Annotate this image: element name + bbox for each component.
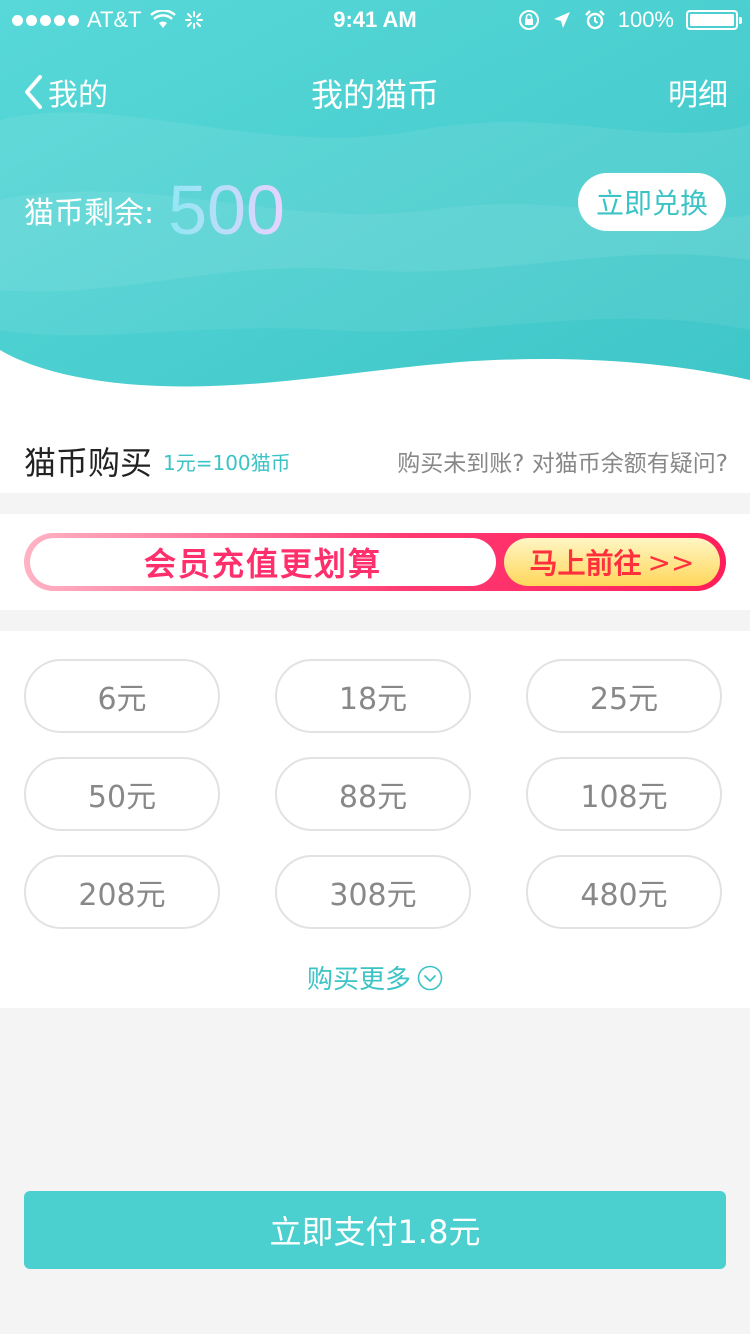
amount-option[interactable]: 208元 [24, 855, 220, 929]
battery-icon [686, 10, 742, 30]
chevron-down-circle-icon [417, 965, 443, 990]
amount-option[interactable]: 6元 [24, 659, 220, 733]
amount-option[interactable]: 18元 [275, 659, 471, 733]
pay-now-button[interactable]: 立即支付1.8元 [24, 1191, 726, 1269]
alarm-icon [584, 10, 605, 30]
promo-go-label: 马上前往 [529, 547, 642, 580]
amount-option[interactable]: 50元 [24, 757, 220, 831]
balance-value: 500 [168, 171, 285, 249]
buy-more-button[interactable]: 购买更多 [0, 959, 750, 996]
amount-option[interactable]: 88元 [275, 757, 471, 831]
amount-option[interactable]: 480元 [526, 855, 722, 929]
location-icon [553, 12, 570, 28]
exchange-rate: 1元=100猫币 [163, 451, 291, 475]
purchase-header: 猫币购买 1元=100猫币 购买未到账? 对猫币余额有疑问? [0, 400, 750, 493]
amount-option[interactable]: 108元 [526, 757, 722, 831]
help-link[interactable]: 购买未到账? 对猫币余额有疑问? [397, 444, 728, 478]
promo-card: 会员充值更划算 马上前往 >> [0, 514, 750, 610]
status-bar: AT&T 9:41 AM 100% [0, 0, 750, 40]
amount-options: 6元 18元 25元 50元 88元 108元 208元 308元 480元 购… [0, 631, 750, 1008]
buy-more-label: 购买更多 [306, 965, 411, 995]
promo-go-button[interactable]: 马上前往 >> [504, 538, 720, 586]
purchase-title: 猫币购买 [24, 444, 153, 482]
amount-option[interactable]: 308元 [275, 855, 471, 929]
promo-text: 会员充值更划算 [30, 538, 496, 586]
nav-bar: 我的 我的猫币 明细 [0, 60, 750, 120]
redeem-button[interactable]: 立即兑换 [578, 173, 726, 231]
balance-display: 猫币剩余: 500 [24, 170, 285, 250]
amount-option[interactable]: 25元 [526, 659, 722, 733]
header: AT&T 9:41 AM 100% 我的 我的猫币 明细 猫币剩余: 500 立… [0, 0, 750, 400]
battery-fill [690, 14, 734, 26]
balance-label: 猫币剩余: [24, 196, 155, 231]
membership-promo-banner[interactable]: 会员充值更划算 马上前往 >> [24, 533, 726, 591]
page-title: 我的猫币 [310, 76, 439, 114]
battery-percent: 100% [617, 7, 674, 32]
detail-link[interactable]: 明细 [668, 70, 728, 114]
rotation-lock-icon [518, 10, 539, 30]
double-chevron-right-icon: >> [647, 545, 695, 579]
